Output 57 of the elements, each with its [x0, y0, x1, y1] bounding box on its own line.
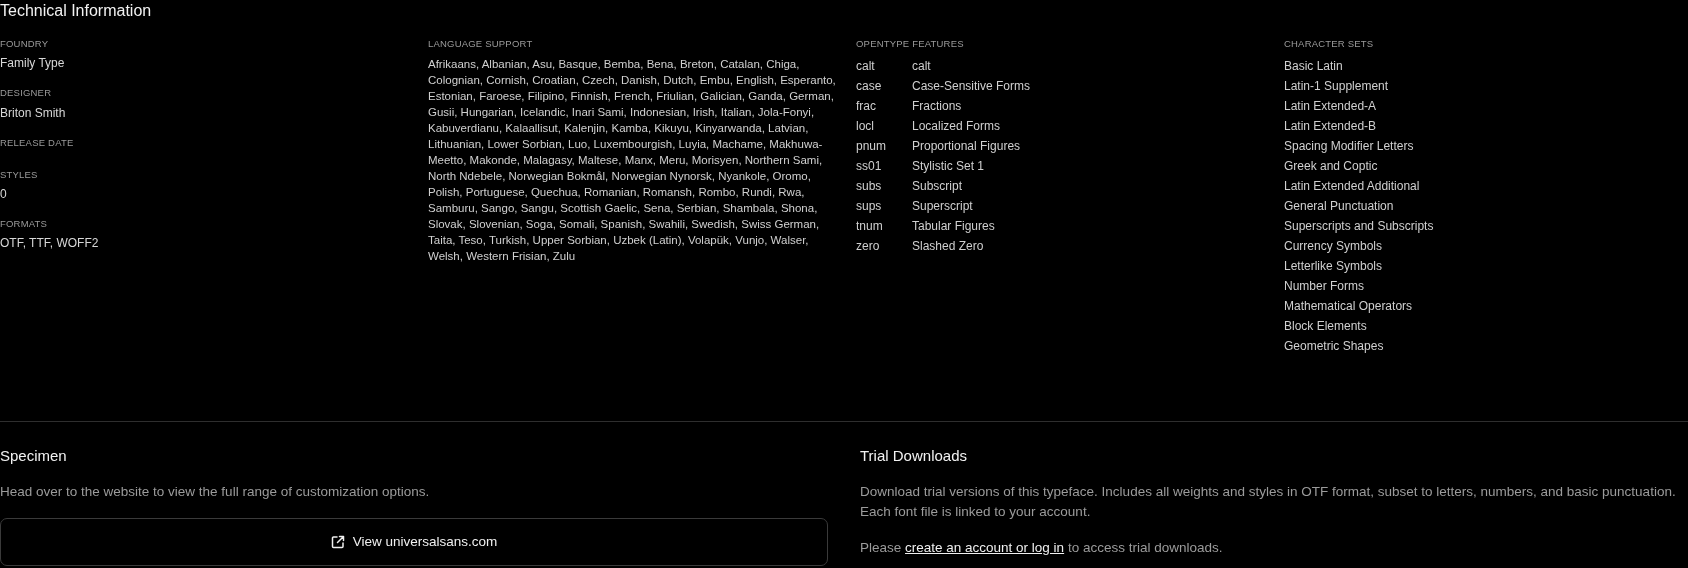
feature-name: Subscript: [912, 178, 964, 196]
feature-name: Proportional Figures: [912, 138, 1022, 156]
character-set: Geometric Shapes: [1284, 339, 1384, 354]
feature-name: Slashed Zero: [912, 238, 985, 256]
field-label: FOUNDRY: [0, 37, 50, 51]
character-set: Superscripts and Subscripts: [1284, 219, 1434, 234]
feature-tag: pnum: [856, 136, 912, 157]
feature-tag: calt: [856, 56, 912, 77]
field-label: RELEASE DATE: [0, 135, 75, 150]
character-set: Greek and Coptic: [1284, 159, 1378, 174]
section-title: Technical Information: [0, 1, 153, 21]
character-set: Currency Symbols: [1284, 239, 1383, 254]
feature-name: Fractions: [912, 98, 963, 116]
feature-tag: ss01: [856, 156, 912, 177]
section-title: Trial Downloads: [860, 446, 968, 466]
feature-name: Localized Forms: [912, 118, 1002, 136]
language-list: Afrikaans, Albanian, Asu, Basque, Bemba, Bena, Breton, Catalan, Chiga, Colognian, Cornish, Croatian, Czech, Danish, Dutch, Embu, English, Esperanto, Estonian, Faroese, Filipino, Finnish, French, Friulian, Galician, Ganda, German, Gusii, Hungarian, Icelandic, Inari Sami, Indonesian, Irish, Italian, Jola-Fonyi, Kabuverdianu, Kalaallisut, Kalenjin, Kamba, Kikuyu, Kinyarwanda, Latvian, Lithuanian, Lower Sorbian, Luo, Luxembourgish, Luyia, Machame, Makhuwa-Meetto, Makonde, Malagasy, Maltese, Manx, Meru, Morisyen, Northern Sami, North Ndebele, Norwegian Bokmål, Norwegian Nynorsk, Nyankole, Oromo, Polish, Portuguese, Quechua, Romanian, Romansh, Rombo, Rundi, Rwa, Samburu, Sango, Sangu, Scottish Gaelic, Sena, Serbian, Shambala, Shona, Slovak, Slovenian, Soga, Somali, Spanish, Swahili, Swedish, Swiss German, Taita, Teso, Turkish, Upper Sorbian, Uzbek (Latin), Volapük, Vunjo, Walser, Welsh, Western Frisian, Zulu: [428, 56, 856, 265]
feature-name: Superscript: [912, 198, 974, 216]
feature-name: Stylistic Set 1: [912, 158, 986, 176]
character-set: Block Elements: [1284, 319, 1367, 334]
character-set: Letterlike Symbols: [1284, 259, 1383, 274]
feature-tag: zero: [856, 236, 912, 257]
field-value: 0: [0, 187, 8, 201]
character-set: General Punctuation: [1284, 199, 1394, 214]
character-set: Number Forms: [1284, 279, 1364, 294]
character-set: Latin-1 Supplement: [1284, 79, 1389, 94]
feature-tag: tnum: [856, 216, 912, 237]
description: Download trial versions of this typeface. Includes all weights and styles in OTF format, subset to letters, numbers, and basic punctuation. Each font file is linked to your account.: [860, 483, 1677, 521]
field-label: OPENTYPE FEATURES: [856, 37, 965, 51]
feature-tag: subs: [856, 176, 912, 197]
feature-name: calt: [912, 58, 932, 76]
field-value: Briton Smith: [0, 105, 67, 120]
field-label: STYLES: [0, 167, 39, 182]
description: Head over to the website to view the full range of customization options.: [0, 483, 431, 501]
character-set: Latin Extended-B: [1284, 119, 1377, 134]
feature-tag: sups: [856, 196, 912, 217]
section-title: Specimen: [0, 446, 68, 466]
field-value: OTF, TTF, WOFF2: [0, 236, 100, 251]
field-label: CHARACTER SETS: [1284, 37, 1375, 51]
character-set: Latin Extended-A: [1284, 99, 1377, 114]
character-set: Spacing Modifier Letters: [1284, 139, 1414, 154]
account-link[interactable]: create an account or log in: [905, 540, 1065, 555]
feature-name: Case-Sensitive Forms: [912, 78, 1032, 96]
feature-tag: case: [856, 76, 912, 97]
external-link-icon: [330, 535, 345, 549]
feature-tag: frac: [856, 96, 912, 117]
feature-name: Tabular Figures: [912, 218, 996, 236]
field-label: DESIGNER: [0, 86, 53, 101]
field-label: FORMATS: [0, 217, 49, 231]
character-set: Mathematical Operators: [1284, 299, 1413, 314]
character-set: Basic Latin: [1284, 59, 1343, 74]
view-website-button[interactable]: View universalsans.com: [0, 518, 828, 566]
field-value: Family Type: [0, 56, 66, 71]
feature-tag: locl: [856, 116, 912, 137]
field-label: LANGUAGE SUPPORT: [428, 37, 534, 51]
access-notice: Please create an account or log in to access trial downloads.: [860, 539, 1224, 557]
character-set: Latin Extended Additional: [1284, 179, 1420, 194]
